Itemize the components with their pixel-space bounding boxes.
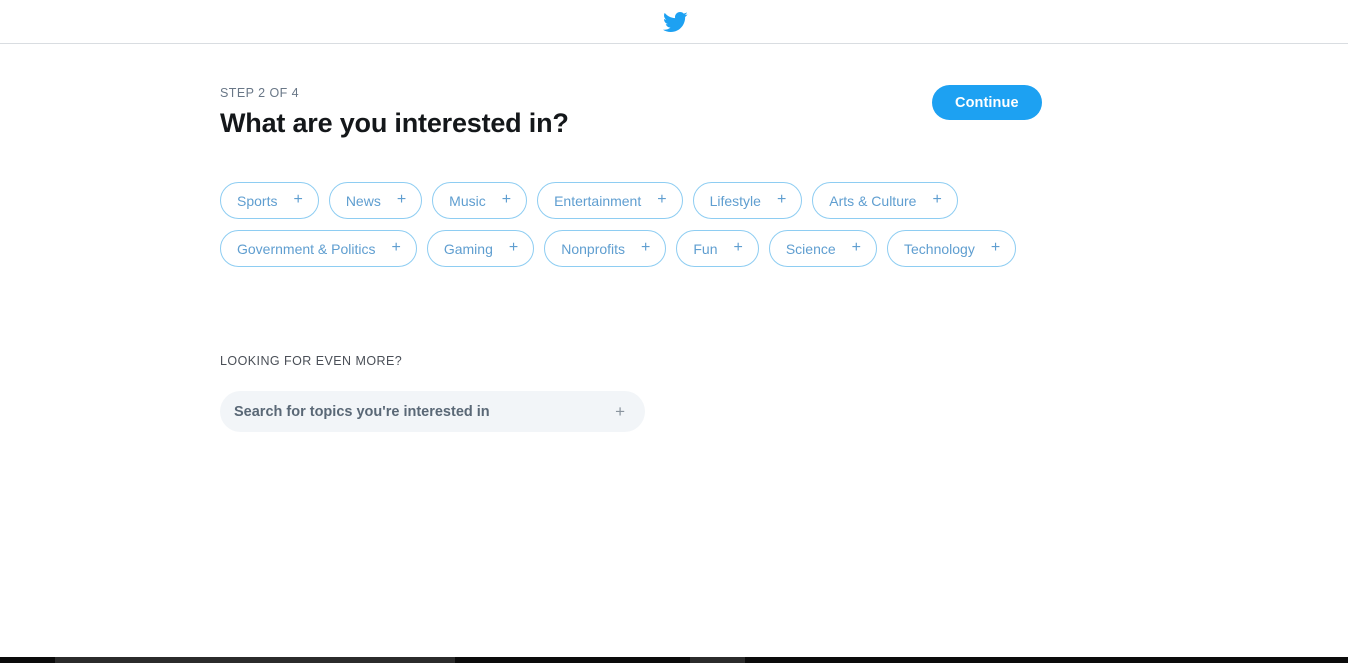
topic-chip-label: Gaming — [443, 240, 493, 257]
plus-icon: + — [776, 190, 787, 208]
plus-icon: + — [508, 238, 519, 256]
topic-chip-label: Sports — [237, 192, 278, 209]
topic-chip-label: Government & Politics — [237, 240, 376, 257]
topic-chip-label: Arts & Culture — [829, 192, 917, 209]
more-topics-label: LOOKING FOR EVEN MORE? — [220, 354, 403, 368]
plus-icon: + — [501, 190, 512, 208]
add-topic-plus-icon[interactable]: + — [615, 403, 625, 420]
topic-chip-label: Technology — [904, 240, 975, 257]
topic-chip-label: Fun — [693, 240, 718, 257]
topic-chip-science[interactable]: Science + — [768, 230, 877, 267]
plus-icon: + — [396, 190, 407, 208]
onboarding-page: STEP 2 OF 4 What are you interested in? … — [0, 44, 1348, 432]
topic-chip-entertainment[interactable]: Entertainment + — [537, 182, 683, 219]
page-header-row: STEP 2 OF 4 What are you interested in? … — [220, 44, 1328, 140]
more-topics-section: LOOKING FOR EVEN MORE? + — [220, 353, 1328, 432]
page-header-text: STEP 2 OF 4 What are you interested in? — [220, 85, 569, 140]
plus-icon: + — [932, 190, 942, 208]
topic-chip-row-1: Sports + News + Music + Entertainment + … — [220, 182, 1328, 219]
topic-chip-arts-and-culture[interactable]: Arts & Culture + — [812, 182, 958, 219]
topic-chip-label: News — [345, 192, 381, 209]
app-header — [0, 0, 1348, 44]
plus-icon: + — [851, 238, 861, 256]
topic-chip-group: Sports + News + Music + Entertainment + … — [220, 182, 1328, 267]
topic-chip-sports[interactable]: Sports + — [220, 182, 319, 219]
topic-chip-gaming[interactable]: Gaming + — [426, 230, 535, 267]
topic-chip-row-2: Government & Politics + Gaming + Nonprof… — [220, 230, 1328, 267]
step-indicator: STEP 2 OF 4 — [220, 86, 300, 100]
twitter-bird-icon[interactable] — [662, 9, 688, 35]
topic-chip-nonprofits[interactable]: Nonprofits + — [544, 230, 667, 267]
topic-chip-fun[interactable]: Fun + — [676, 230, 759, 267]
plus-icon: + — [657, 190, 667, 208]
topic-chip-technology[interactable]: Technology + — [887, 230, 1017, 267]
topic-chip-government-and-politics[interactable]: Government & Politics + — [220, 230, 417, 267]
topic-chip-news[interactable]: News + — [328, 182, 423, 219]
topic-chip-label: Entertainment — [554, 192, 642, 209]
plus-icon: + — [641, 238, 651, 256]
topic-search-input[interactable] — [234, 403, 606, 420]
plus-icon: + — [293, 190, 303, 208]
plus-icon: + — [733, 238, 743, 256]
topic-chip-label: Lifestyle — [709, 192, 761, 209]
plus-icon: + — [391, 238, 401, 256]
window-bottom-edge — [0, 657, 1348, 663]
continue-button[interactable]: Continue — [932, 85, 1042, 120]
plus-icon: + — [990, 238, 1001, 256]
topic-chip-music[interactable]: Music + — [432, 182, 528, 219]
topic-chip-lifestyle[interactable]: Lifestyle + — [692, 182, 803, 219]
topic-chip-label: Science — [785, 240, 836, 257]
topic-chip-label: Nonprofits — [561, 240, 626, 257]
topic-search-box[interactable]: + — [220, 391, 645, 432]
content-column: STEP 2 OF 4 What are you interested in? … — [0, 44, 1348, 432]
page-title: What are you interested in? — [220, 108, 569, 138]
topic-chip-label: Music — [449, 192, 486, 209]
